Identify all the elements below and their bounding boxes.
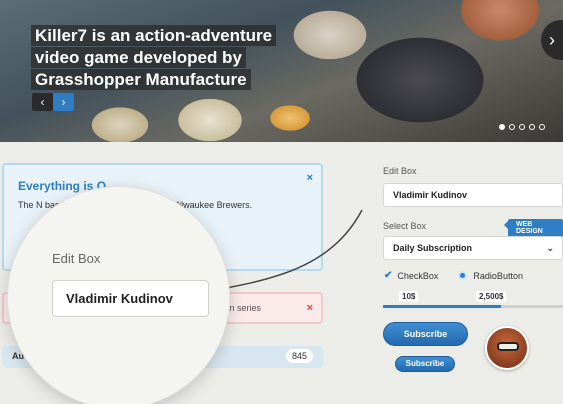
edit-box-input[interactable]: Vladimir Kudinov — [383, 183, 563, 207]
slider-dot[interactable] — [529, 124, 535, 130]
magnifier-lens: Edit Box Vladimir Kudinov — [7, 186, 230, 404]
checkbox-label[interactable]: CheckBox — [397, 271, 438, 281]
hero-next-slide-arrow[interactable]: › — [541, 20, 563, 60]
radio-label[interactable]: RadioButton — [473, 271, 523, 281]
web-design-tag: WEB DESIGN — [504, 219, 563, 237]
slider-min-value: 10$ — [399, 291, 419, 302]
slider-dot[interactable] — [499, 124, 505, 130]
price-range-slider[interactable] — [383, 305, 563, 308]
slider-max-value: 2,500$ — [476, 291, 507, 302]
avatar — [485, 326, 529, 370]
hero-next-button[interactable]: › — [53, 93, 74, 111]
close-icon[interactable]: × — [307, 302, 313, 314]
select-box-label: Select Box — [383, 221, 427, 231]
subscribe-button[interactable]: Subscribe — [383, 322, 468, 346]
slider-fill — [383, 305, 501, 308]
slider-dot[interactable] — [509, 124, 515, 130]
select-box-value: Daily Subscription — [393, 243, 473, 253]
magnified-edit-box-label: Edit Box — [52, 251, 101, 266]
chevron-down-icon: ⌄ — [546, 243, 554, 253]
close-icon[interactable]: × — [307, 172, 313, 184]
hero-slider: Killer7 is an action-adventure video gam… — [0, 0, 563, 142]
slider-dots — [499, 124, 545, 130]
glasses-icon — [497, 342, 519, 351]
slider-dot[interactable] — [539, 124, 545, 130]
subscribe-button-small[interactable]: Subscribe — [395, 356, 455, 372]
check-icon[interactable]: ✔ — [384, 270, 392, 281]
radio-icon[interactable] — [458, 271, 468, 280]
hero-title: Killer7 is an action-adventure video gam… — [31, 25, 301, 91]
edit-box-label: Edit Box — [383, 166, 417, 176]
choice-row: ✔ CheckBox RadioButton — [384, 270, 523, 281]
count-badge: 845 — [285, 349, 313, 363]
hero-prev-button[interactable]: ‹ — [32, 93, 53, 111]
magnified-edit-box: Vladimir Kudinov — [52, 280, 209, 317]
select-box[interactable]: Daily Subscription ⌄ — [383, 236, 563, 260]
slider-dot[interactable] — [519, 124, 525, 130]
